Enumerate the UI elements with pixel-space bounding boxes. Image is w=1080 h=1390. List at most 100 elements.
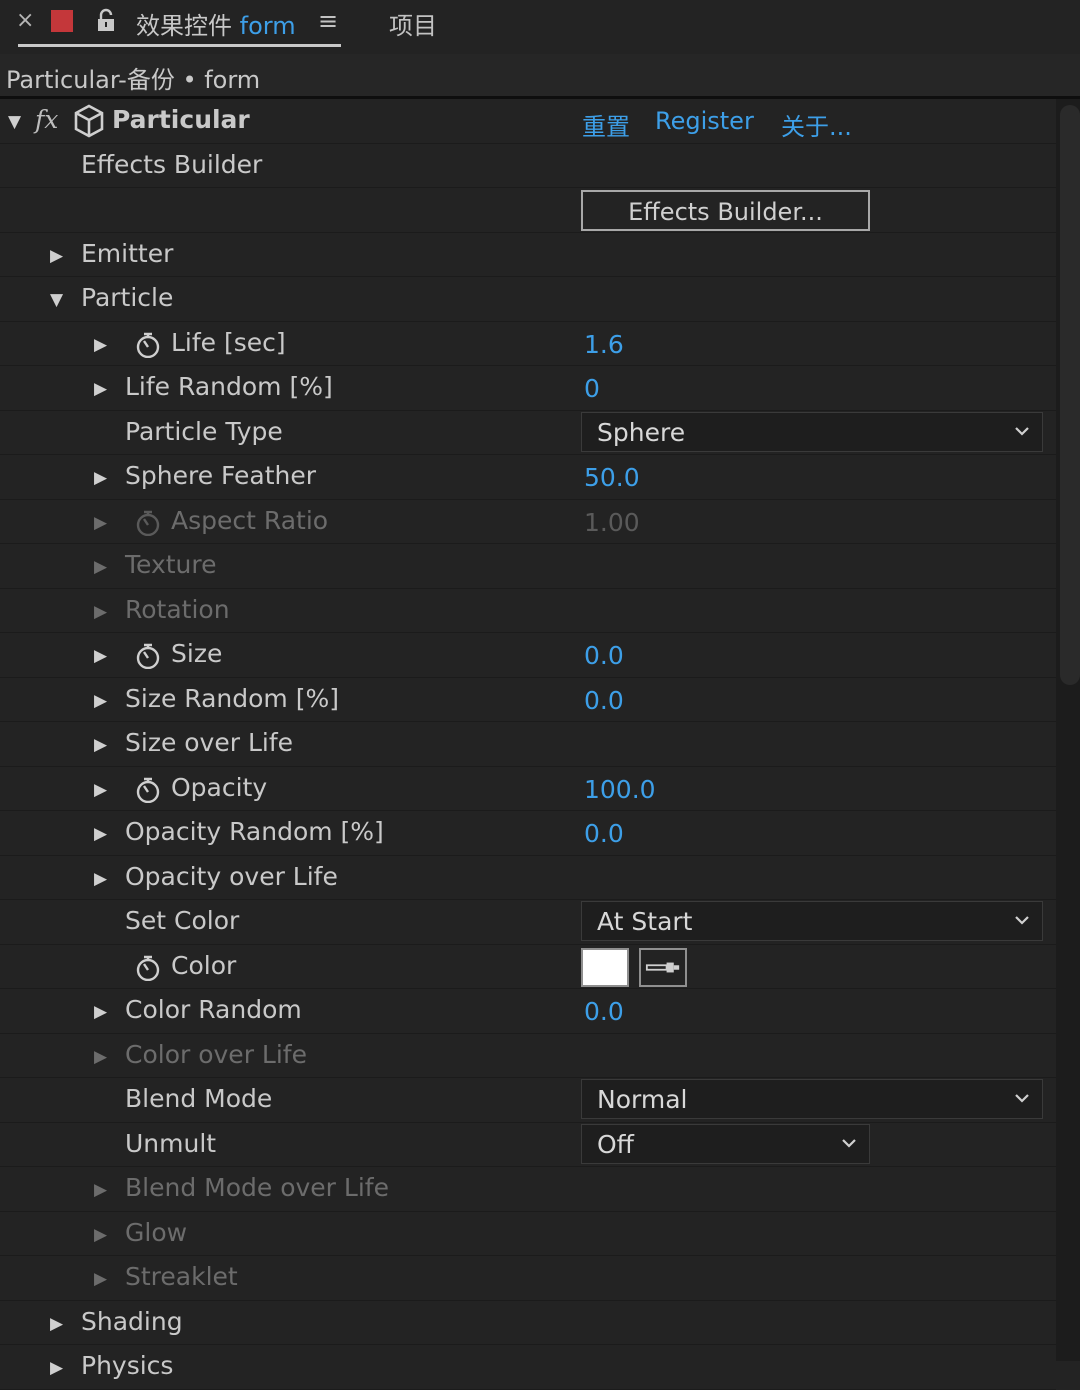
group-row-color-over-life[interactable]: ▶ Color over Life: [0, 1034, 1056, 1078]
property-label: Unmult: [125, 1128, 217, 1158]
property-label: Size Random [%]: [125, 683, 339, 713]
expand-triangle-icon[interactable]: ▶: [50, 1314, 63, 1334]
effect-name: Particular: [112, 105, 250, 134]
fx-icon[interactable]: fx: [35, 105, 58, 134]
group-label: Glow: [125, 1217, 188, 1247]
tab-comp-name: form: [239, 12, 296, 40]
scrollbar-thumb[interactable]: [1060, 105, 1080, 685]
effects-builder-label: Effects Builder: [81, 149, 263, 179]
collapse-triangle-icon[interactable]: ▼: [50, 290, 63, 310]
group-row-shading[interactable]: ▶ Shading: [0, 1301, 1056, 1345]
group-label: Emitter: [81, 238, 174, 268]
property-row-size-random: ▶ Size Random [%] 0.0: [0, 678, 1056, 722]
expand-triangle-icon[interactable]: ▶: [94, 513, 107, 533]
dropdown-value: Sphere: [597, 417, 686, 447]
close-icon[interactable]: ×: [16, 8, 34, 33]
property-row-unmult: Unmult Off: [0, 1123, 1056, 1167]
expand-triangle-icon[interactable]: ▶: [94, 1269, 107, 1289]
group-label: Rotation: [125, 594, 230, 624]
group-label: Opacity over Life: [125, 861, 338, 891]
chevron-down-icon: [842, 1138, 856, 1148]
property-label: Life Random [%]: [125, 372, 333, 401]
color-swatch[interactable]: [581, 947, 629, 987]
group-row-rotation[interactable]: ▶ Rotation: [0, 589, 1056, 633]
reset-link[interactable]: 重置: [582, 107, 630, 142]
group-row-particle[interactable]: ▼ Particle: [0, 277, 1056, 322]
expand-triangle-icon[interactable]: ▶: [94, 335, 107, 355]
group-row-streaklet[interactable]: ▶ Streaklet: [0, 1256, 1056, 1301]
group-label: Color over Life: [125, 1039, 307, 1069]
cube-plugin-icon: [74, 104, 104, 138]
property-value[interactable]: 0.0: [584, 641, 624, 670]
expand-triangle-icon[interactable]: ▶: [94, 1047, 107, 1067]
breadcrumb-text: Particular-备份 • form: [6, 66, 261, 94]
property-label: Aspect Ratio: [171, 505, 329, 535]
group-label: Size over Life: [125, 728, 294, 757]
effect-properties-list: ▼ fx Particular 重置 Register 关于... Effect…: [0, 99, 1056, 1390]
blend-mode-dropdown[interactable]: Normal: [581, 1079, 1043, 1119]
stopwatch-icon[interactable]: [135, 777, 161, 803]
expand-triangle-icon[interactable]: ▶: [94, 1180, 107, 1200]
stopwatch-icon[interactable]: [135, 332, 161, 358]
expand-triangle-icon[interactable]: ▶: [94, 1225, 107, 1245]
register-link[interactable]: Register: [655, 107, 754, 135]
label-color-swatch[interactable]: [51, 10, 73, 32]
about-link[interactable]: 关于...: [781, 107, 852, 142]
eyedropper-icon[interactable]: [639, 947, 687, 987]
group-row-texture[interactable]: ▶ Texture: [0, 544, 1056, 589]
dropdown-value: Off: [597, 1129, 634, 1159]
group-row-glow[interactable]: ▶ Glow: [0, 1212, 1056, 1256]
effects-builder-button-label: Effects Builder...: [628, 198, 823, 226]
expand-triangle-icon[interactable]: ▶: [50, 1358, 63, 1378]
expand-triangle-icon[interactable]: ▶: [50, 246, 63, 266]
property-value[interactable]: 0.0: [584, 997, 624, 1026]
panel-tab-bar: × 效果控件 form ≡ 项目: [0, 0, 1080, 50]
group-row-blend-mode-over-life[interactable]: ▶ Blend Mode over Life: [0, 1167, 1056, 1212]
stopwatch-icon[interactable]: [135, 643, 161, 669]
unlock-icon[interactable]: [96, 8, 116, 32]
project-tab[interactable]: 项目: [389, 6, 437, 41]
effects-builder-button[interactable]: Effects Builder...: [581, 190, 870, 231]
expand-triangle-icon[interactable]: ▶: [94, 691, 107, 711]
expand-triangle-icon[interactable]: ▶: [94, 780, 107, 800]
property-label: Color: [171, 950, 237, 980]
expand-triangle-icon[interactable]: ▶: [94, 869, 107, 889]
property-row-blend-mode: Blend Mode Normal: [0, 1078, 1056, 1123]
expand-triangle-icon[interactable]: ▶: [94, 824, 107, 844]
property-row-opacity-random: ▶ Opacity Random [%] 0.0: [0, 811, 1056, 856]
property-value: 1.00: [584, 507, 640, 537]
expand-triangle-icon[interactable]: ▶: [94, 468, 107, 488]
unmult-dropdown[interactable]: Off: [581, 1123, 870, 1164]
expand-triangle-icon[interactable]: ▶: [94, 602, 107, 622]
property-value[interactable]: 0: [584, 374, 600, 403]
expand-triangle-icon[interactable]: ▼: [8, 112, 21, 132]
property-value[interactable]: 100.0: [584, 775, 656, 804]
set-color-dropdown[interactable]: At Start: [581, 901, 1043, 941]
property-label: Opacity: [171, 772, 268, 802]
dropdown-value: At Start: [597, 907, 693, 936]
particle-type-dropdown[interactable]: Sphere: [581, 411, 1043, 452]
effect-controls-tab[interactable]: 效果控件 form: [136, 6, 296, 41]
group-row-emitter[interactable]: ▶ Emitter: [0, 233, 1056, 277]
panel-menu-icon[interactable]: ≡: [318, 7, 338, 35]
property-label: Color Random: [125, 995, 302, 1024]
stopwatch-icon: [136, 510, 160, 536]
property-row-set-color: Set Color At Start: [0, 900, 1056, 945]
property-value[interactable]: 50.0: [584, 463, 640, 492]
stopwatch-icon[interactable]: [135, 955, 161, 981]
expand-triangle-icon[interactable]: ▶: [94, 1002, 107, 1022]
chevron-down-icon: [1015, 426, 1029, 436]
dropdown-value: Normal: [597, 1085, 688, 1114]
property-value[interactable]: 0.0: [584, 686, 624, 715]
expand-triangle-icon[interactable]: ▶: [94, 735, 107, 755]
active-tab-indicator: [18, 44, 341, 47]
group-row-opacity-over-life[interactable]: ▶ Opacity over Life: [0, 856, 1056, 900]
property-value[interactable]: 1.6: [584, 330, 624, 359]
property-row-opacity: ▶ Opacity 100.0: [0, 767, 1056, 811]
expand-triangle-icon[interactable]: ▶: [94, 379, 107, 399]
effect-header-row[interactable]: ▼ fx Particular 重置 Register 关于...: [0, 99, 1056, 144]
expand-triangle-icon[interactable]: ▶: [94, 557, 107, 577]
group-row-size-over-life[interactable]: ▶ Size over Life: [0, 722, 1056, 767]
expand-triangle-icon[interactable]: ▶: [94, 646, 107, 666]
property-value[interactable]: 0.0: [584, 819, 624, 848]
